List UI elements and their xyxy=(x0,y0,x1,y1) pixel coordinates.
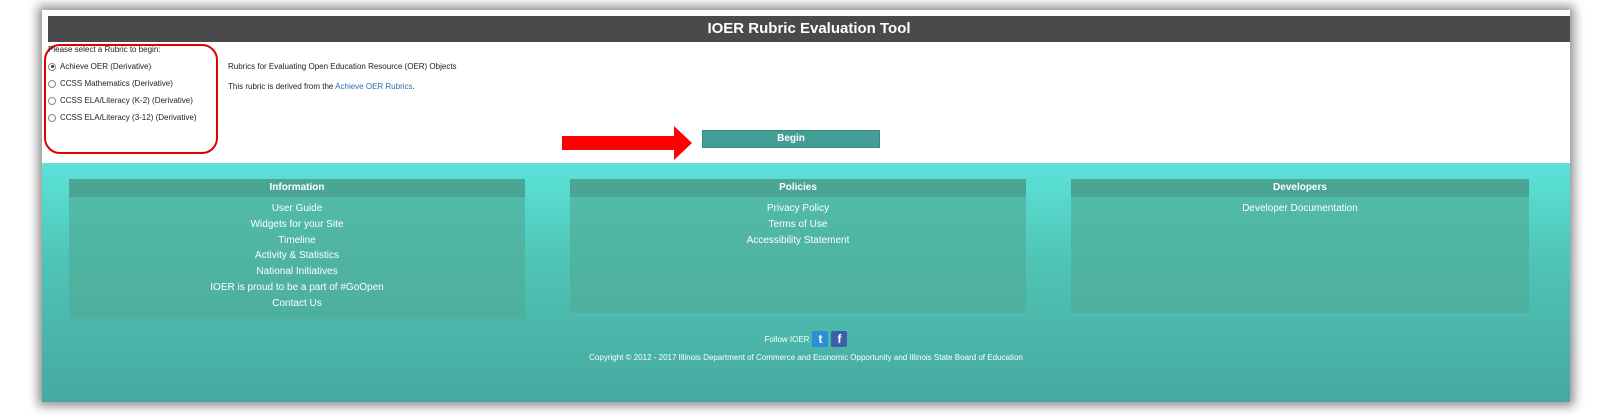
footer-link-contact-us[interactable]: Contact Us xyxy=(69,296,525,312)
copyright: Copyright © 2012 - 2017 Illinois Departm… xyxy=(589,353,1023,362)
rubric-derived-note: This rubric is derived from the Achieve … xyxy=(228,82,415,91)
footer-link-activity-statistics[interactable]: Activity & Statistics xyxy=(69,248,525,264)
rubric-option-label: Achieve OER (Derivative) xyxy=(60,62,152,71)
rubric-option-label: CCSS Mathematics (Derivative) xyxy=(60,79,173,88)
begin-button[interactable]: Begin xyxy=(702,130,880,148)
radio-button[interactable] xyxy=(48,62,56,71)
footer-link-accessibility-statement[interactable]: Accessibility Statement xyxy=(570,233,1026,249)
footer-link-national-initiatives[interactable]: National Initiatives xyxy=(69,264,525,280)
rubric-option-label: CCSS ELA/Literacy (3-12) (Derivative) xyxy=(60,113,197,122)
twitter-icon[interactable]: t xyxy=(812,331,829,347)
footer-developers-heading: Developers xyxy=(1071,179,1529,197)
facebook-icon[interactable]: f xyxy=(831,331,848,347)
footer-information-heading: Information xyxy=(69,179,525,197)
red-arrow-icon xyxy=(562,126,692,160)
footer-developers-column: Developers Developer Documentation xyxy=(1071,179,1529,313)
rubric-option-ccss-ela-3-12[interactable]: CCSS ELA/Literacy (3-12) (Derivative) xyxy=(48,113,196,122)
rubric-panel: Please select a Rubric to begin: Achieve… xyxy=(42,42,1570,178)
rubric-option-achieve-oer[interactable]: Achieve OER (Derivative) xyxy=(48,62,151,71)
rubric-description: Rubrics for Evaluating Open Education Re… xyxy=(228,62,457,71)
footer: Information User Guide Widgets for your … xyxy=(42,163,1570,402)
rubric-option-ccss-ela-k2[interactable]: CCSS ELA/Literacy (K-2) (Derivative) xyxy=(48,96,193,105)
footer-link-developer-documentation[interactable]: Developer Documentation xyxy=(1071,201,1529,217)
page-title: IOER Rubric Evaluation Tool xyxy=(48,16,1570,42)
achieve-oer-rubrics-link[interactable]: Achieve OER Rubrics xyxy=(335,82,412,91)
rubric-option-ccss-math[interactable]: CCSS Mathematics (Derivative) xyxy=(48,79,173,88)
footer-information-column: Information User Guide Widgets for your … xyxy=(69,179,525,319)
footer-policies-heading: Policies xyxy=(570,179,1026,197)
radio-button[interactable] xyxy=(48,96,56,105)
radio-button[interactable] xyxy=(48,113,56,122)
follow-label: Follow IOER xyxy=(764,334,810,344)
page-frame: IOER Rubric Evaluation Tool Please selec… xyxy=(42,10,1570,402)
footer-link-goopen[interactable]: IOER is proud to be a part of #GoOpen xyxy=(69,280,525,296)
footer-link-user-guide[interactable]: User Guide xyxy=(69,201,525,217)
footer-link-widgets[interactable]: Widgets for your Site xyxy=(69,217,525,233)
footer-link-privacy-policy[interactable]: Privacy Policy xyxy=(570,201,1026,217)
radio-button[interactable] xyxy=(48,79,56,88)
rubric-option-label: CCSS ELA/Literacy (K-2) (Derivative) xyxy=(60,96,193,105)
follow-ioer: Follow IOER t f xyxy=(42,331,1570,347)
footer-link-terms-of-use[interactable]: Terms of Use xyxy=(570,217,1026,233)
derived-prefix: This rubric is derived from the xyxy=(228,82,334,91)
footer-link-timeline[interactable]: Timeline xyxy=(69,233,525,249)
rubric-prompt: Please select a Rubric to begin: xyxy=(48,45,161,54)
derived-suffix: . xyxy=(412,82,415,91)
footer-policies-column: Policies Privacy Policy Terms of Use Acc… xyxy=(570,179,1026,313)
